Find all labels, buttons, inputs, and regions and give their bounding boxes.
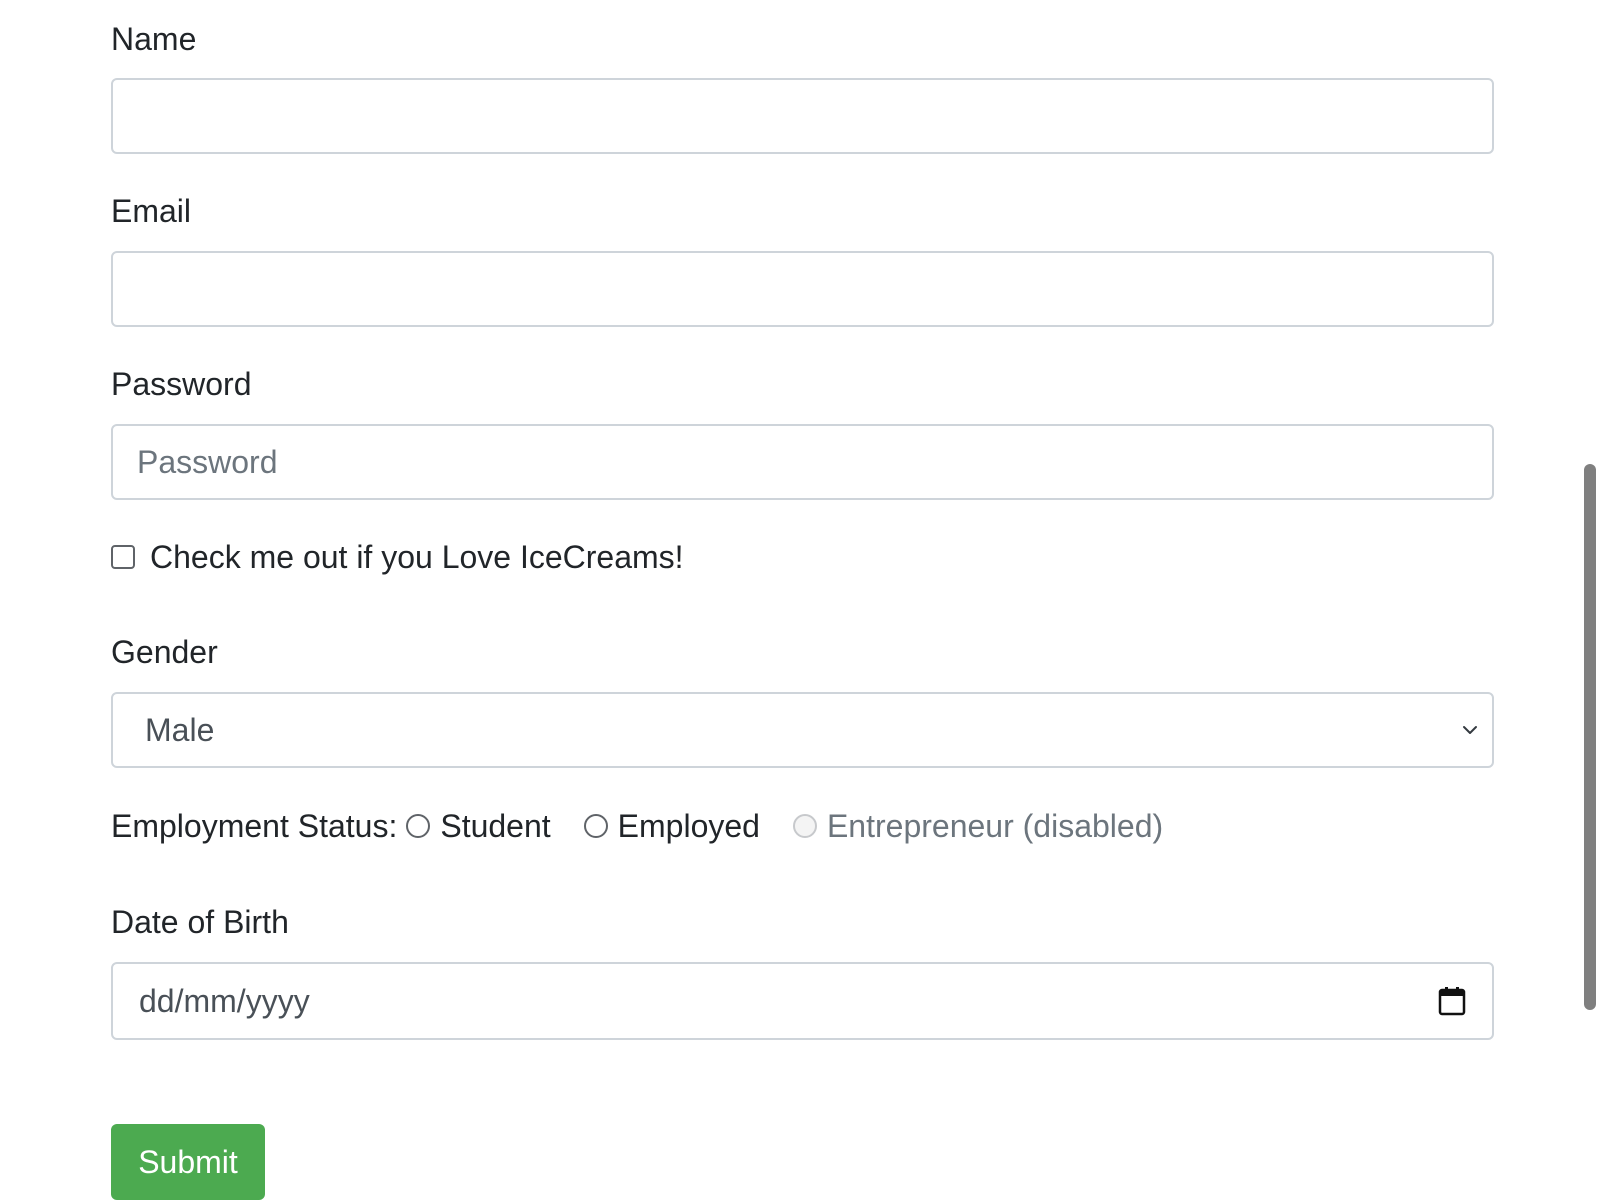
radio-employed[interactable]: Employed xyxy=(583,807,760,845)
gender-label: Gender xyxy=(111,634,218,670)
radio-entrepreneur-label: Entrepreneur (disabled) xyxy=(826,808,1164,844)
form-page: Name Email Password Check me out if you … xyxy=(0,0,1600,1200)
date-of-birth-input[interactable]: dd/mm/yyyy xyxy=(111,962,1494,1040)
radio-student[interactable]: Student xyxy=(406,807,551,845)
radio-employed-input[interactable] xyxy=(583,814,608,838)
icecream-checkbox-row: Check me out if you Love IceCreams! xyxy=(111,533,684,581)
name-input[interactable] xyxy=(111,78,1494,154)
email-label: Email xyxy=(111,193,192,229)
icecream-checkbox-label[interactable]: Check me out if you Love IceCreams! xyxy=(150,538,684,576)
submit-button[interactable]: Submit xyxy=(111,1124,265,1200)
radio-entrepreneur: Entrepreneur (disabled) xyxy=(792,807,1164,845)
scrollbar[interactable] xyxy=(1580,0,1600,1200)
email-input[interactable] xyxy=(111,251,1494,327)
gender-selected-value: Male xyxy=(145,711,215,748)
radio-student-label[interactable]: Student xyxy=(440,807,550,845)
date-of-birth-placeholder: dd/mm/yyyy xyxy=(139,982,310,1019)
radio-student-input[interactable] xyxy=(406,814,431,838)
password-label: Password xyxy=(111,366,252,402)
gender-select[interactable]: Male xyxy=(111,692,1494,768)
employment-status-label: Employment Status: xyxy=(111,808,398,844)
calendar-icon[interactable] xyxy=(1438,986,1466,1016)
name-label: Name xyxy=(111,21,197,57)
radio-entrepreneur-input xyxy=(792,814,817,838)
date-of-birth-label: Date of Birth xyxy=(111,904,289,940)
employment-status-group: Employment Status: Student Employed Entr… xyxy=(111,802,1196,850)
icecream-checkbox[interactable] xyxy=(111,545,135,569)
password-input[interactable] xyxy=(111,424,1494,500)
scrollbar-thumb[interactable] xyxy=(1584,464,1596,1010)
chevron-down-icon xyxy=(1463,726,1477,734)
radio-employed-label[interactable]: Employed xyxy=(618,807,760,845)
